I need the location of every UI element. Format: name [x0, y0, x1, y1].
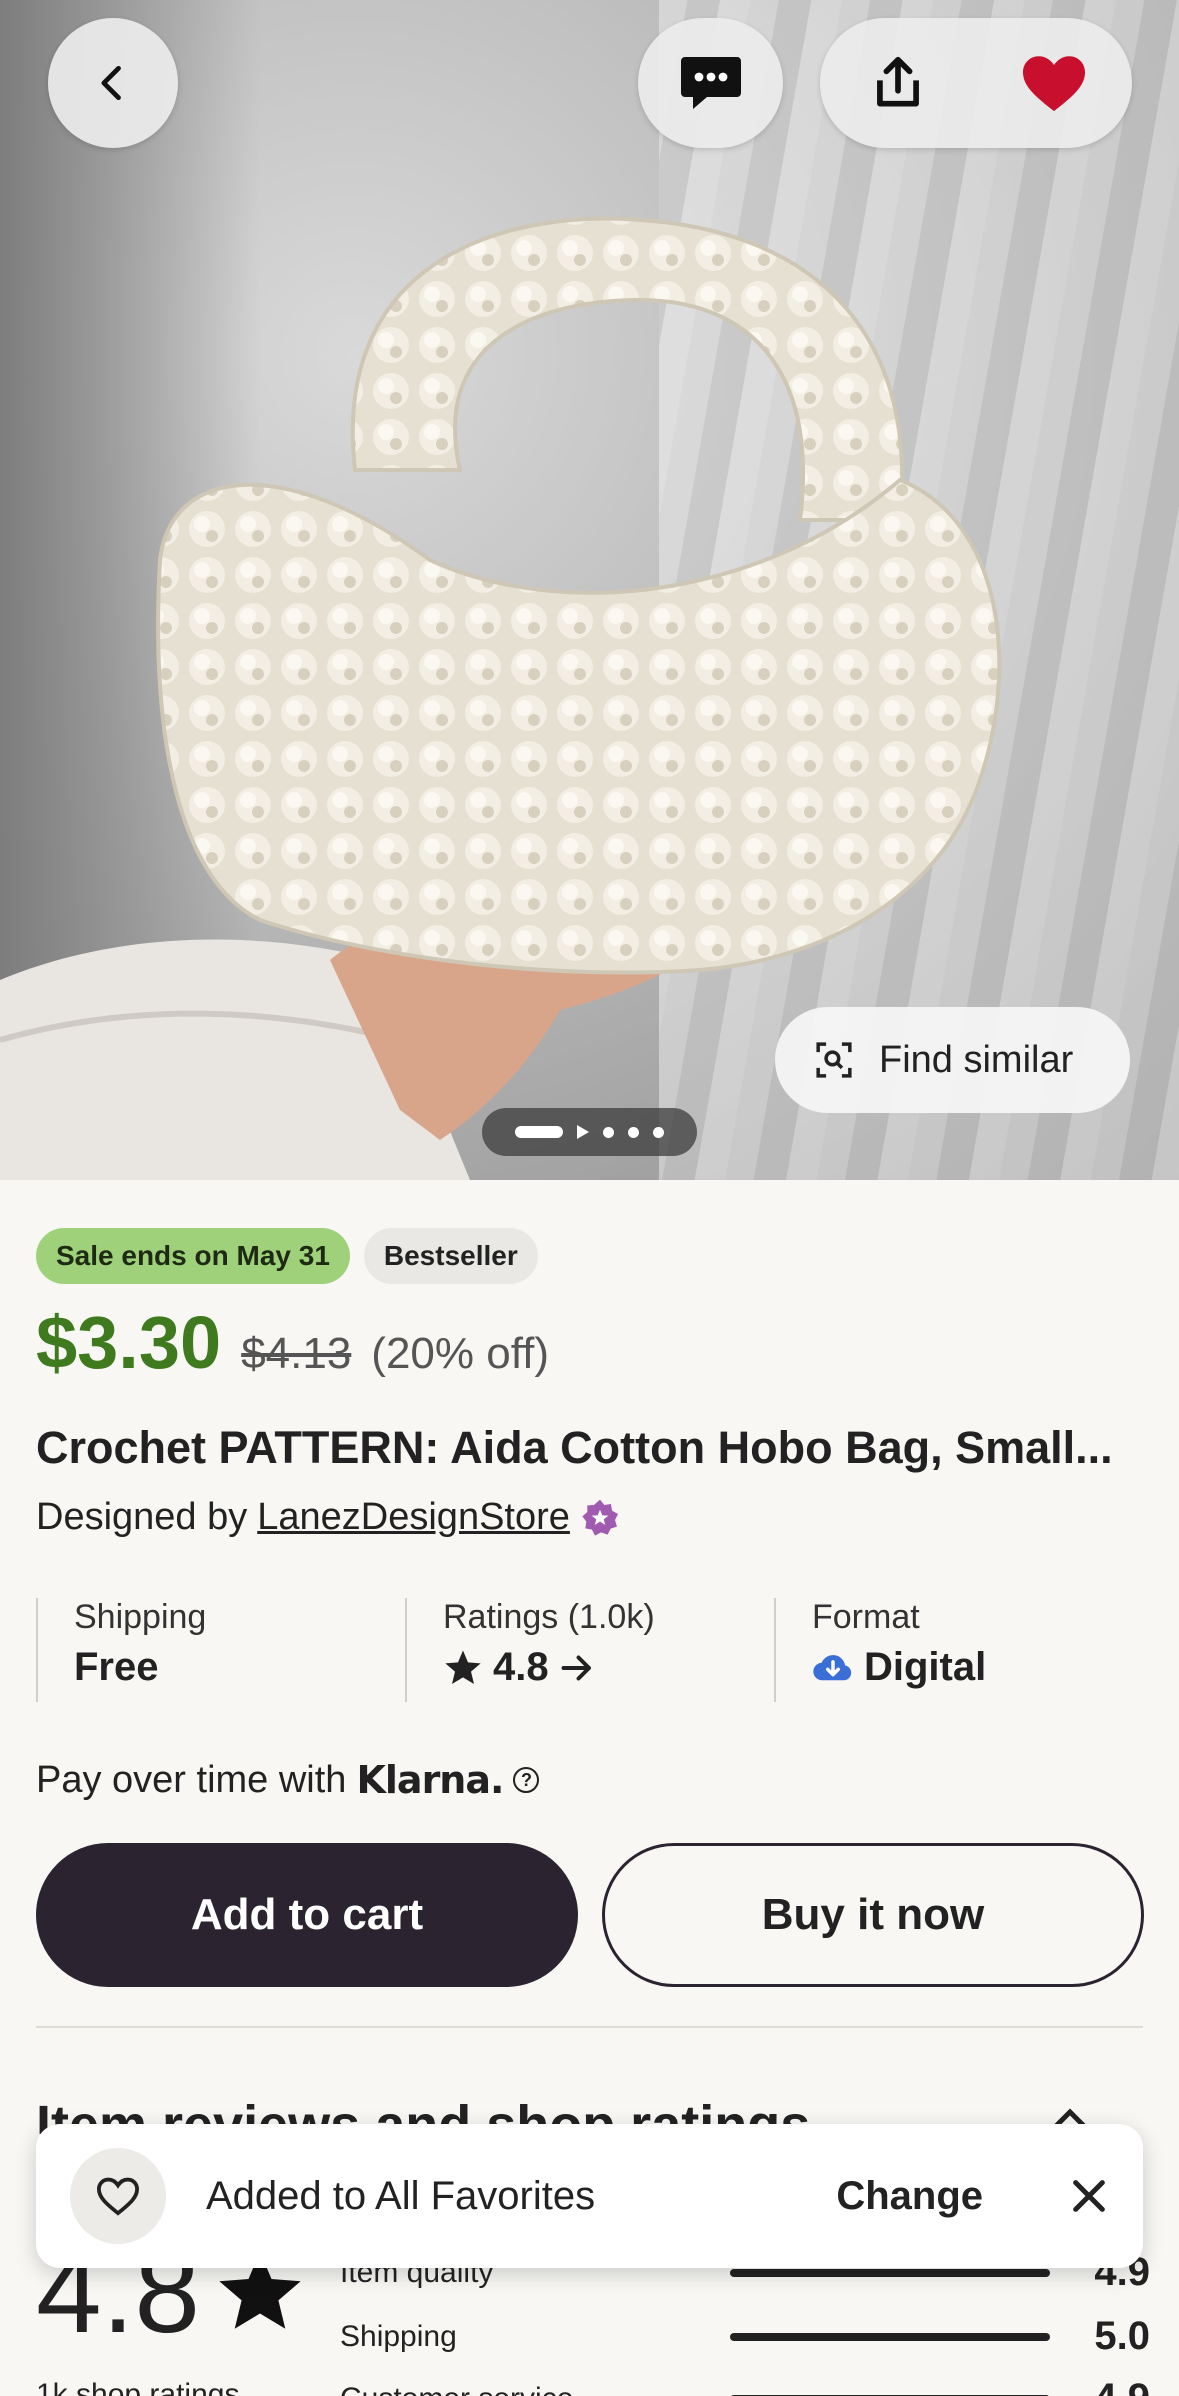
- format-stat: Format Digital: [774, 1598, 1143, 1702]
- product-image-carousel[interactable]: Find similar: [0, 0, 1179, 1180]
- designer-line: Designed by LanezDesignStore: [36, 1496, 620, 1539]
- discount-percent: (20% off): [371, 1329, 550, 1378]
- visual-search-icon: [816, 1042, 852, 1078]
- ratings-label: Ratings (1.0k): [443, 1598, 655, 1636]
- carousel-dot: [653, 1126, 664, 1138]
- rating-row-value: 5.0: [1094, 2314, 1150, 2358]
- share-favorite-group: [820, 18, 1132, 148]
- original-price: $4.13: [241, 1329, 352, 1378]
- share-button[interactable]: [820, 18, 976, 148]
- heart-outline-icon: [70, 2148, 166, 2244]
- star-seller-icon: [582, 1499, 618, 1536]
- video-play-icon: [577, 1125, 589, 1139]
- designed-by-label: Designed by: [36, 1496, 248, 1538]
- heart-filled-icon: [1023, 56, 1085, 112]
- download-icon: [813, 1654, 852, 1680]
- current-price: $3.30: [36, 1301, 222, 1384]
- rating-row-label: Customer service: [340, 2382, 730, 2396]
- chevron-left-icon: [101, 65, 121, 101]
- rating-row-value: 4.9: [1050, 2376, 1150, 2396]
- shipping-label: Shipping: [74, 1598, 207, 1636]
- help-icon[interactable]: ?: [513, 1767, 540, 1793]
- rating-row-customer-service: Customer service 4.9: [340, 2376, 1150, 2396]
- sale-badge: Sale ends on May 31: [36, 1228, 350, 1284]
- arrow-right-icon: [561, 1655, 591, 1680]
- carousel-indicator[interactable]: [482, 1108, 697, 1156]
- format-value-row: Digital: [812, 1645, 1143, 1690]
- rating-row-shipping: Shipping 5.0: [340, 2314, 1150, 2359]
- change-list-button[interactable]: Change: [836, 2174, 983, 2219]
- find-similar-button[interactable]: Find similar: [775, 1007, 1130, 1113]
- share-icon: [877, 56, 919, 107]
- star-icon: [445, 1650, 481, 1684]
- shipping-stat: Shipping Free: [36, 1598, 405, 1702]
- price-row: $3.30 $4.13 (20% off): [36, 1300, 549, 1385]
- product-photo-crochet-bag: [0, 216, 1002, 1180]
- klarna-financing[interactable]: Pay over time with Klarna. ?: [36, 1758, 540, 1802]
- store-link[interactable]: LanezDesignStore: [257, 1496, 570, 1539]
- toast-message: Added to All Favorites: [206, 2173, 596, 2218]
- carousel-dot: [603, 1126, 614, 1138]
- find-similar-label: Find similar: [879, 1038, 1074, 1081]
- buy-it-now-button[interactable]: Buy it now: [602, 1843, 1144, 1987]
- format-label: Format: [812, 1598, 920, 1636]
- add-to-cart-button[interactable]: Add to cart: [36, 1843, 578, 1987]
- rating-bar: [730, 2332, 1050, 2341]
- carousel-dot-active: [515, 1126, 563, 1138]
- carousel-dot: [628, 1126, 639, 1138]
- message-seller-button[interactable]: [638, 18, 783, 148]
- rating-row-label: Shipping: [340, 2319, 457, 2353]
- klarna-logo: Klarna.: [356, 1758, 504, 1802]
- rating-bar: [730, 2268, 1050, 2277]
- chat-bubble-icon: [680, 57, 741, 109]
- close-icon[interactable]: [1069, 2176, 1109, 2216]
- shop-ratings-count: 1k shop ratings: [36, 2378, 240, 2396]
- favorite-button[interactable]: [976, 18, 1132, 148]
- ratings-value-row: 4.8: [443, 1645, 774, 1690]
- favorites-toast: Added to All Favorites Change: [36, 2124, 1143, 2268]
- listing-title[interactable]: Crochet PATTERN: Aida Cotton Hobo Bag, S…: [36, 1422, 1146, 1474]
- klarna-prefix: Pay over time with: [36, 1758, 347, 1801]
- section-divider: [36, 2026, 1143, 2028]
- bestseller-badge: Bestseller: [363, 1228, 538, 1284]
- listing-badges: Sale ends on May 31 Bestseller: [36, 1228, 538, 1284]
- shipping-value: Free: [74, 1645, 159, 1689]
- ratings-value: 4.8: [493, 1645, 549, 1689]
- format-value: Digital: [864, 1645, 987, 1689]
- back-button[interactable]: [48, 18, 178, 148]
- ratings-stat[interactable]: Ratings (1.0k) 4.8: [405, 1598, 774, 1702]
- listing-stats: Shipping Free Ratings (1.0k) 4.8 Format …: [36, 1598, 1143, 1702]
